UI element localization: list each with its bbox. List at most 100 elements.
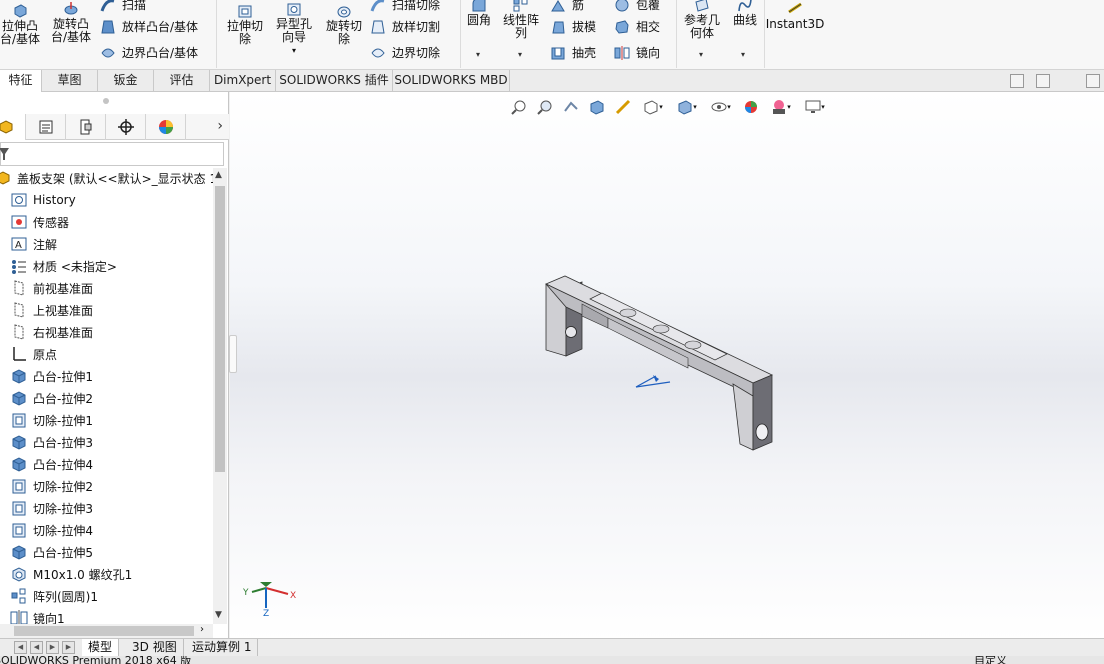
ref-geometry-dropdown-icon[interactable]: ▾ bbox=[699, 50, 703, 59]
tree-item[interactable]: 切除-拉伸3 bbox=[10, 497, 93, 519]
tree-item[interactable]: A 注解 bbox=[10, 233, 57, 255]
tree-item[interactable]: 凸台-拉伸3 bbox=[10, 431, 93, 453]
panel-splitter-handle[interactable] bbox=[229, 335, 237, 373]
lofted-cut-button[interactable]: 放样切割 bbox=[370, 18, 440, 35]
scrollbar-thumb[interactable] bbox=[14, 626, 194, 636]
tree-vertical-scrollbar[interactable]: ▲ ▼ bbox=[213, 168, 227, 624]
tab-sketch[interactable]: 草图 bbox=[42, 70, 98, 92]
tree-item-label: 上视基准面 bbox=[33, 303, 94, 318]
tree-item[interactable]: 右视基准面 bbox=[10, 321, 93, 343]
last-tab-icon[interactable]: ▶ bbox=[62, 641, 75, 654]
tab-sheet-metal[interactable]: 钣金 bbox=[98, 70, 154, 92]
tree-item[interactable]: History bbox=[10, 189, 76, 211]
curves-button[interactable]: 曲线 bbox=[728, 0, 762, 27]
revolve-boss-button[interactable]: 旋转凸 台/基体 bbox=[46, 0, 96, 44]
tree-filter-box[interactable] bbox=[0, 142, 224, 166]
first-tab-icon[interactable]: ◀ bbox=[14, 641, 27, 654]
shell-button[interactable]: 抽壳 bbox=[550, 44, 596, 61]
tree-item[interactable]: 切除-拉伸1 bbox=[10, 409, 93, 431]
tree-item[interactable]: M10x1.0 螺纹孔1 bbox=[10, 563, 132, 585]
revolve-cut-icon bbox=[337, 6, 351, 18]
tab-model[interactable]: 模型 bbox=[82, 639, 120, 656]
dimxpert-icon bbox=[117, 119, 134, 135]
wrap-button[interactable]: 包覆 bbox=[614, 0, 660, 13]
extrude-boss-button[interactable]: 拉伸凸 台/基体 bbox=[0, 2, 44, 46]
rib-icon bbox=[551, 0, 565, 11]
configuration-manager-tab[interactable] bbox=[66, 114, 106, 140]
restore-window-icon[interactable] bbox=[1086, 74, 1100, 88]
display-manager-tab[interactable] bbox=[146, 114, 186, 140]
tab-3d-views[interactable]: 3D 视图 bbox=[126, 639, 184, 656]
scroll-right-icon[interactable]: › bbox=[200, 624, 204, 635]
tree-item[interactable]: 原点 bbox=[10, 343, 57, 365]
instant3d-button[interactable]: Instant3D bbox=[766, 0, 824, 31]
tree-item[interactable]: 上视基准面 bbox=[10, 299, 93, 321]
command-tabs: 特征 草图 钣金 评估 DimXpert SOLIDWORKS 插件 SOLID… bbox=[0, 70, 1104, 92]
tree-item[interactable]: 阵列(圆周)1 bbox=[10, 585, 98, 607]
chevron-right-icon[interactable]: › bbox=[217, 118, 223, 134]
scroll-up-icon[interactable]: ▲ bbox=[215, 170, 222, 180]
tree-item[interactable]: 凸台-拉伸2 bbox=[10, 387, 93, 409]
loft-boss-button[interactable]: 放样凸台/基体 bbox=[100, 18, 198, 35]
tree-item[interactable]: 前视基准面 bbox=[10, 277, 93, 299]
next-tab-icon[interactable]: ▶ bbox=[46, 641, 59, 654]
tree-item[interactable]: 材质 <未指定> bbox=[10, 255, 117, 277]
extrude-cut-button[interactable]: 拉伸切 除 bbox=[222, 2, 268, 46]
sweep-button[interactable]: 扫描 bbox=[100, 0, 146, 13]
property-manager-tab[interactable] bbox=[26, 114, 66, 140]
tree-item-label: 切除-拉伸2 bbox=[33, 479, 93, 494]
tab-evaluate[interactable]: 评估 bbox=[154, 70, 210, 92]
linear-pattern-button[interactable]: 线性阵 列 bbox=[498, 0, 544, 40]
tree-item[interactable]: 切除-拉伸4 bbox=[10, 519, 93, 541]
draft-button[interactable]: 拔模 bbox=[550, 18, 596, 35]
part-icon bbox=[0, 171, 10, 185]
graphics-area[interactable]: ▾ ▾ ▾ ▾ ▾ X Y Z bbox=[230, 92, 1104, 640]
mirror-button[interactable]: 镜向 bbox=[614, 44, 660, 61]
tree-item[interactable]: 凸台-拉伸5 bbox=[10, 541, 93, 563]
tree-horizontal-scrollbar[interactable]: › bbox=[0, 624, 213, 638]
tab-motion-study[interactable]: 运动算例 1 bbox=[186, 639, 259, 656]
hole-wizard-button[interactable]: 异型孔 向导 ▾ bbox=[270, 0, 318, 57]
tree-item[interactable]: 凸台-拉伸1 bbox=[10, 365, 93, 387]
curves-dropdown-icon[interactable]: ▾ bbox=[741, 50, 745, 59]
revolve-cut-button[interactable]: 旋转切 除 bbox=[320, 2, 368, 46]
reference-triad: X Y Z bbox=[242, 582, 296, 619]
dimxpert-manager-tab[interactable] bbox=[106, 114, 146, 140]
intersect-button[interactable]: 相交 bbox=[614, 18, 660, 35]
panel-collapse-right-icon[interactable] bbox=[1036, 74, 1050, 88]
boundary-boss-button[interactable]: 边界凸台/基体 bbox=[100, 44, 198, 61]
tree-root-part[interactable]: 盖板支架 (默认<<默认>_显示状态 1 bbox=[0, 167, 213, 189]
units-status[interactable]: 自定义 bbox=[974, 656, 1007, 664]
filter-icon bbox=[0, 148, 9, 160]
fillet-button[interactable]: 圆角 bbox=[462, 0, 496, 27]
plane-icon bbox=[14, 302, 24, 318]
fillet-dropdown-icon[interactable]: ▾ bbox=[476, 50, 480, 59]
tree-item-label: 切除-拉伸4 bbox=[33, 523, 93, 538]
mirror-icon bbox=[614, 45, 630, 60]
swept-cut-button[interactable]: 扫描切除 bbox=[370, 0, 440, 13]
tab-dimxpert[interactable]: DimXpert bbox=[210, 70, 276, 92]
dropdown-arrow-icon[interactable]: ▾ bbox=[292, 44, 296, 57]
pattern-dropdown-icon[interactable]: ▾ bbox=[518, 50, 522, 59]
prev-tab-icon[interactable]: ◀ bbox=[30, 641, 43, 654]
panel-collapse-left-icon[interactable] bbox=[1010, 74, 1024, 88]
tree-item[interactable]: 传感器 bbox=[10, 211, 69, 233]
cut-extrude-icon bbox=[12, 501, 26, 516]
tab-solidworks-addins[interactable]: SOLIDWORKS 插件 bbox=[276, 70, 393, 92]
tree-item[interactable]: 凸台-拉伸4 bbox=[10, 453, 93, 475]
ribbon-separator bbox=[764, 0, 765, 68]
reference-geometry-button[interactable]: 参考几 何体 bbox=[680, 0, 724, 40]
scrollbar-thumb[interactable] bbox=[215, 186, 225, 472]
tab-features[interactable]: 特征 bbox=[0, 70, 42, 92]
scroll-down-icon[interactable]: ▼ bbox=[215, 610, 222, 620]
feature-manager-tab[interactable] bbox=[0, 114, 26, 140]
bracket-part[interactable] bbox=[545, 275, 773, 451]
rib-button[interactable]: 筋 bbox=[550, 0, 584, 13]
boundary-cut-button[interactable]: 边界切除 bbox=[370, 44, 440, 61]
part-model[interactable]: X Y Z bbox=[230, 92, 1104, 640]
tree-item-label: 切除-拉伸3 bbox=[33, 501, 93, 516]
tree-item[interactable]: 切除-拉伸2 bbox=[10, 475, 93, 497]
panel-drag-handle[interactable] bbox=[103, 98, 109, 104]
tab-solidworks-mbd[interactable]: SOLIDWORKS MBD bbox=[393, 70, 510, 92]
triad-y-label: Y bbox=[242, 588, 249, 598]
